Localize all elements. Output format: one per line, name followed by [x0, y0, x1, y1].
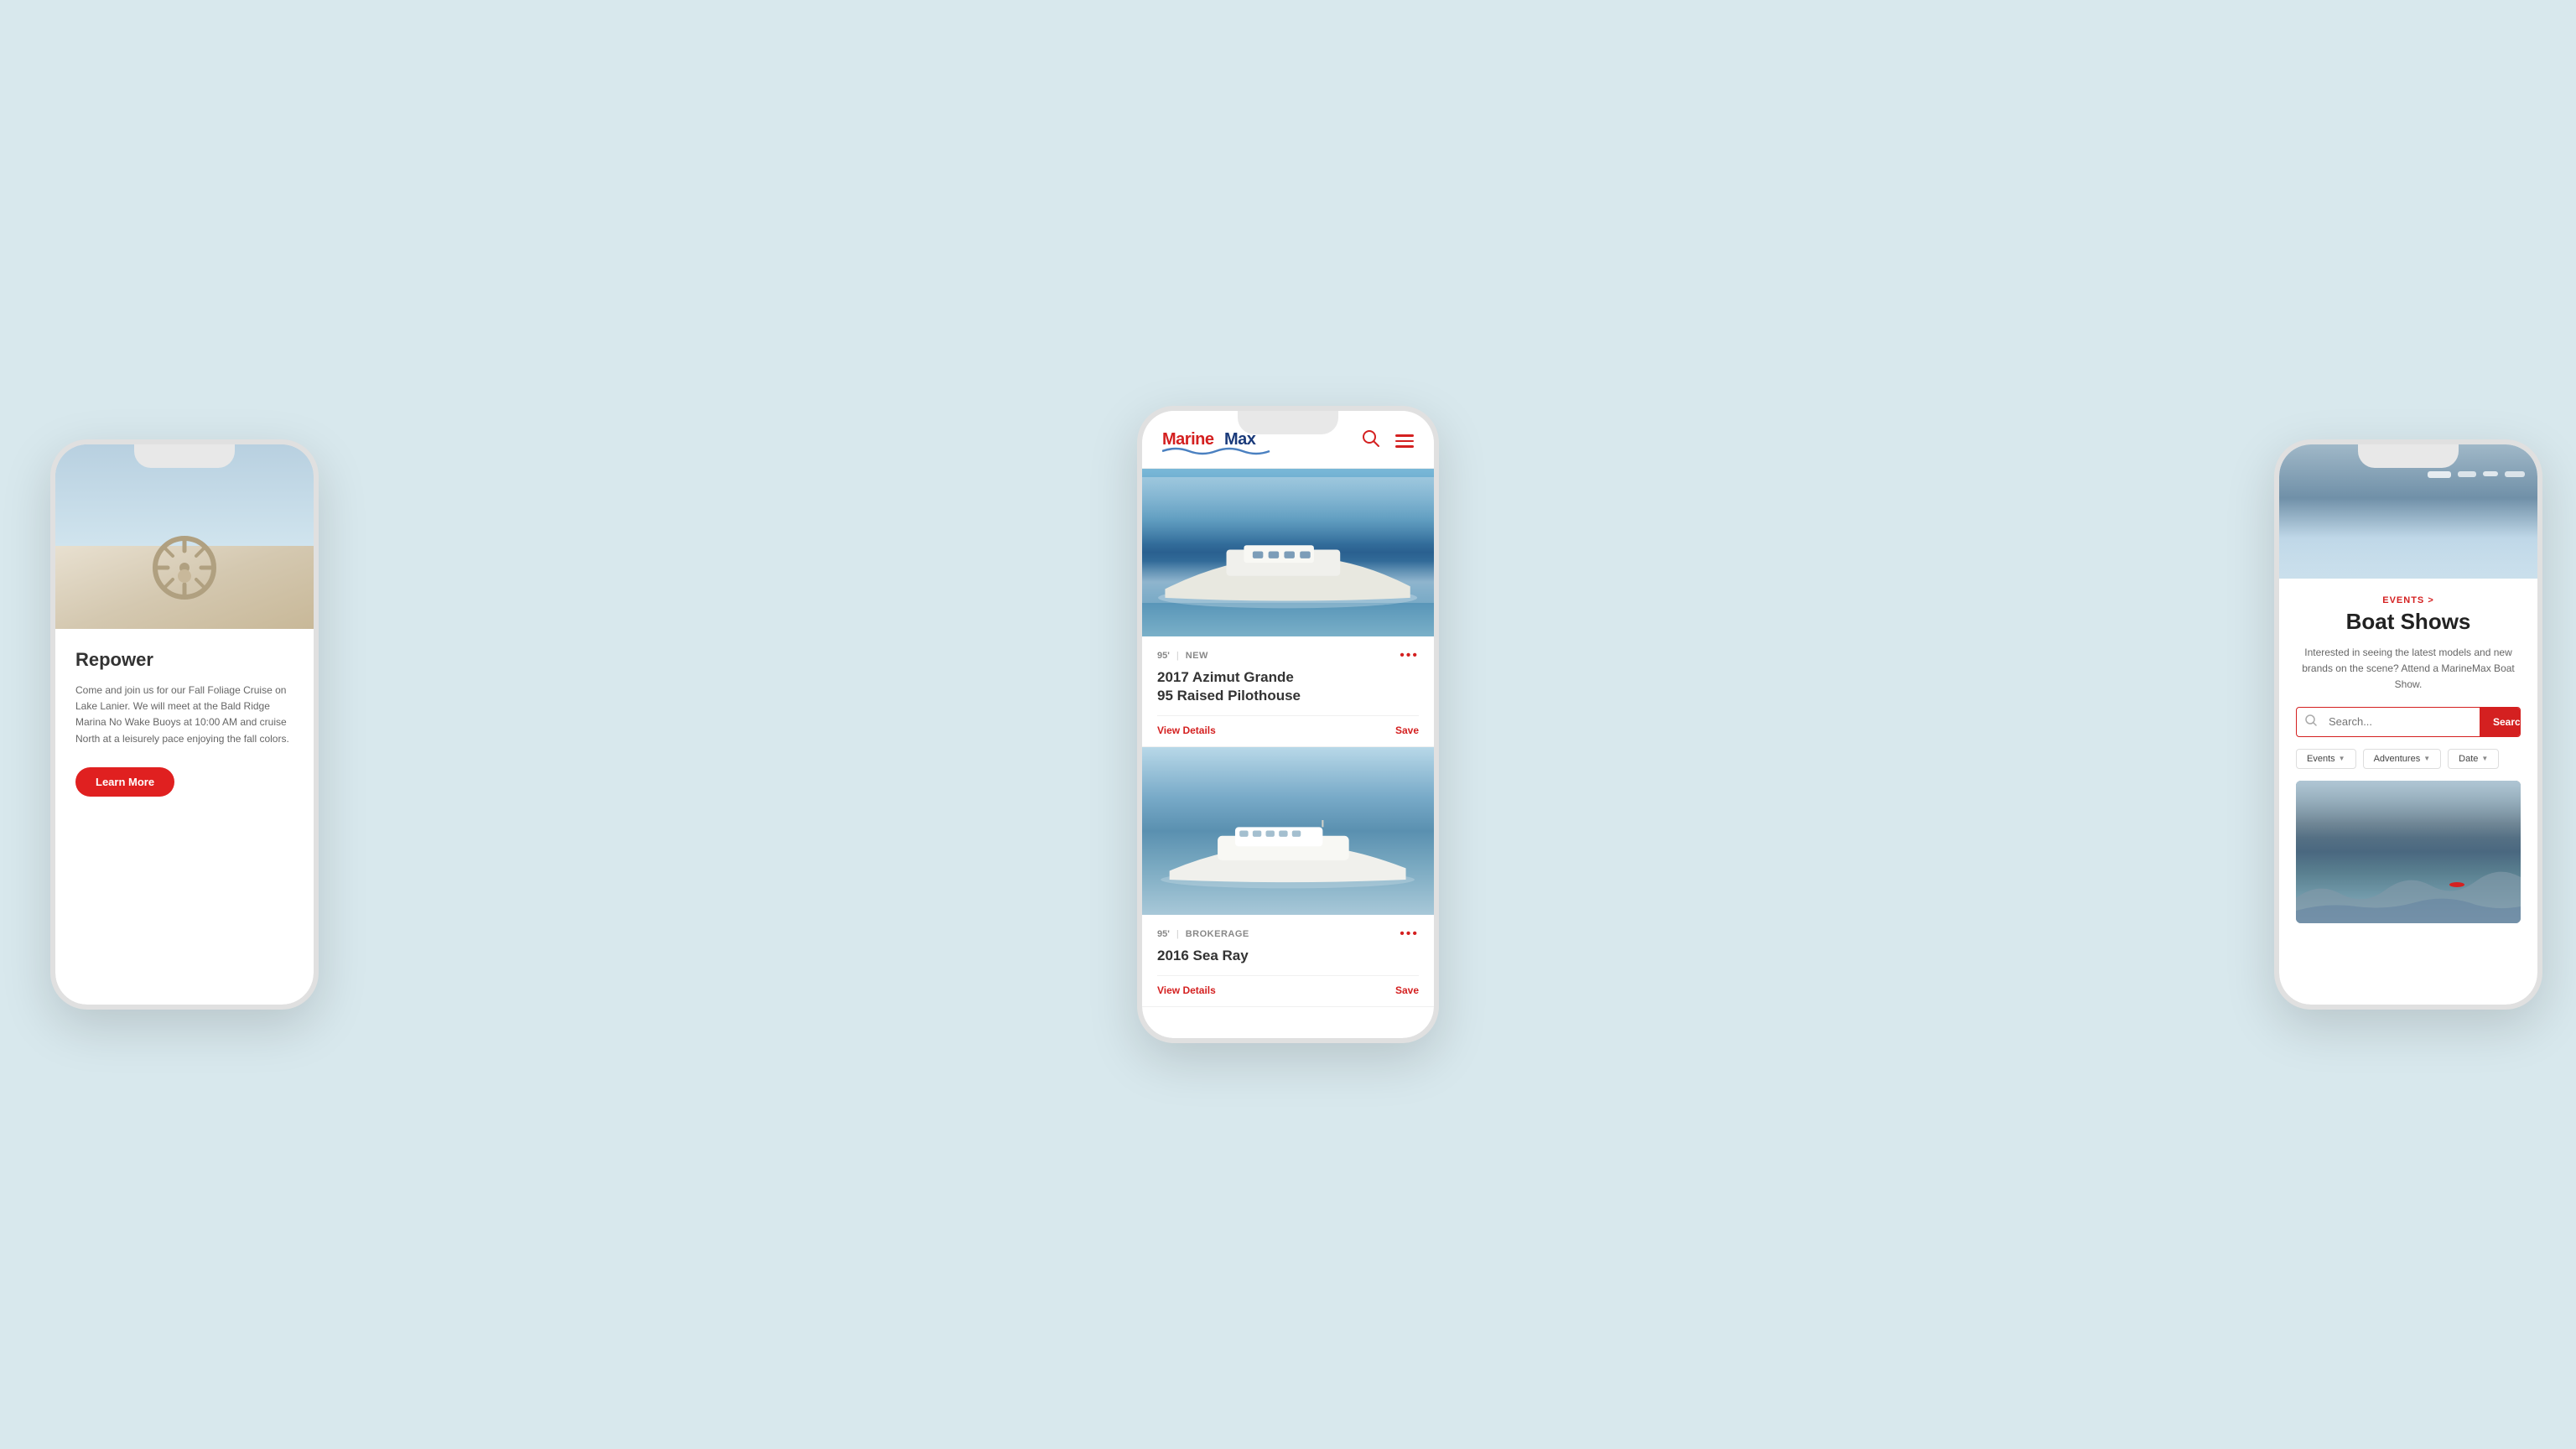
- boat-shows-description: Interested in seeing the latest models a…: [2296, 645, 2521, 693]
- listing-size-1: 95': [1157, 651, 1170, 661]
- adventures-chevron-icon: ▼: [2423, 755, 2430, 762]
- date-filter-label: Date: [2459, 754, 2478, 764]
- filter-row: Events ▼ Adventures ▼ Date ▼: [2296, 749, 2521, 769]
- yacht-svg-2: [1156, 820, 1419, 891]
- svg-text:Marine: Marine: [1162, 430, 1214, 449]
- left-phone: Repower Come and join us for our Fall Fo…: [50, 439, 319, 1010]
- listing-item-1: 95' | NEW ••• 2017 Azimut Grande 95 Rais…: [1142, 469, 1434, 747]
- center-phone: Marine Max: [1137, 406, 1439, 1043]
- phone-notch-right: [2358, 444, 2459, 468]
- learn-more-button[interactable]: Learn More: [75, 767, 174, 797]
- events-filter[interactable]: Events ▼: [2296, 749, 2356, 769]
- listing-size-2: 95': [1157, 929, 1170, 939]
- search-icon[interactable]: [1362, 429, 1380, 453]
- main-scene: Repower Come and join us for our Fall Fo…: [0, 0, 2576, 1449]
- listing-actions-2: View Details Save: [1157, 975, 1419, 996]
- listing-image-2: [1142, 747, 1434, 915]
- yacht-svg-1: [1156, 541, 1419, 611]
- adventures-filter-label: Adventures: [2374, 754, 2421, 764]
- boats-row: [2428, 471, 2525, 478]
- boat-shows-title: Boat Shows: [2296, 609, 2521, 635]
- listing-meta-left-2: 95' | BROKERAGE: [1157, 929, 1249, 939]
- view-details-button-2[interactable]: View Details: [1157, 984, 1216, 996]
- view-details-button-1[interactable]: View Details: [1157, 724, 1216, 736]
- left-phone-content: Repower Come and join us for our Fall Fo…: [55, 629, 314, 1005]
- events-chevron-icon: ▼: [2339, 755, 2345, 762]
- listing-more-icon-1[interactable]: •••: [1400, 648, 1419, 663]
- listing-title-1: 2017 Azimut Grande 95 Raised Pilothouse: [1157, 668, 1419, 705]
- listing-type-1: NEW: [1186, 651, 1208, 661]
- phone-notch-center: [1238, 411, 1338, 434]
- listing-info-2: 95' | BROKERAGE ••• 2016 Sea Ray View De…: [1142, 915, 1434, 1006]
- save-button-1[interactable]: Save: [1395, 724, 1419, 736]
- listings-scroll[interactable]: 95' | NEW ••• 2017 Azimut Grande 95 Rais…: [1142, 469, 1434, 1038]
- search-input[interactable]: [2325, 709, 2480, 735]
- boat-wheel-scene: [55, 444, 314, 629]
- listing-image-1: [1142, 469, 1434, 636]
- save-button-2[interactable]: Save: [1395, 984, 1419, 996]
- listing-meta-left-1: 95' | NEW: [1157, 651, 1208, 661]
- hamburger-menu-icon[interactable]: [1395, 434, 1414, 448]
- phone-notch-left: [134, 444, 235, 468]
- listing-title-2: 2016 Sea Ray: [1157, 947, 1419, 965]
- left-phone-hero-image: [55, 444, 314, 629]
- left-phone-title: Repower: [75, 649, 293, 671]
- right-phone: EVENTS > Boat Shows Interested in seeing…: [2274, 439, 2542, 1010]
- events-label: EVENTS >: [2296, 595, 2521, 605]
- listing-type-2: BROKERAGE: [1186, 929, 1249, 939]
- right-phone-content: EVENTS > Boat Shows Interested in seeing…: [2279, 579, 2537, 937]
- events-filter-label: Events: [2307, 754, 2335, 764]
- header-icons: [1362, 429, 1414, 453]
- search-button[interactable]: Search: [2480, 708, 2521, 736]
- date-chevron-icon: ▼: [2481, 755, 2488, 762]
- adventures-filter[interactable]: Adventures ▼: [2363, 749, 2442, 769]
- listing-meta-1: 95' | NEW •••: [1157, 648, 1419, 663]
- listing-info-1: 95' | NEW ••• 2017 Azimut Grande 95 Rais…: [1142, 636, 1434, 746]
- listing-item-2: 95' | BROKERAGE ••• 2016 Sea Ray View De…: [1142, 747, 1434, 1007]
- listing-actions-1: View Details Save: [1157, 715, 1419, 736]
- steering-wheel-icon: [151, 534, 218, 601]
- adventure-image: [2296, 781, 2521, 923]
- search-bar: Search: [2296, 707, 2521, 737]
- left-phone-description: Come and join us for our Fall Foliage Cr…: [75, 683, 293, 747]
- listing-more-icon-2[interactable]: •••: [1400, 927, 1419, 942]
- glacier-svg: [2296, 865, 2521, 923]
- search-bar-icon: [2297, 708, 2325, 735]
- date-filter[interactable]: Date ▼: [2448, 749, 2499, 769]
- listing-meta-2: 95' | BROKERAGE •••: [1157, 927, 1419, 942]
